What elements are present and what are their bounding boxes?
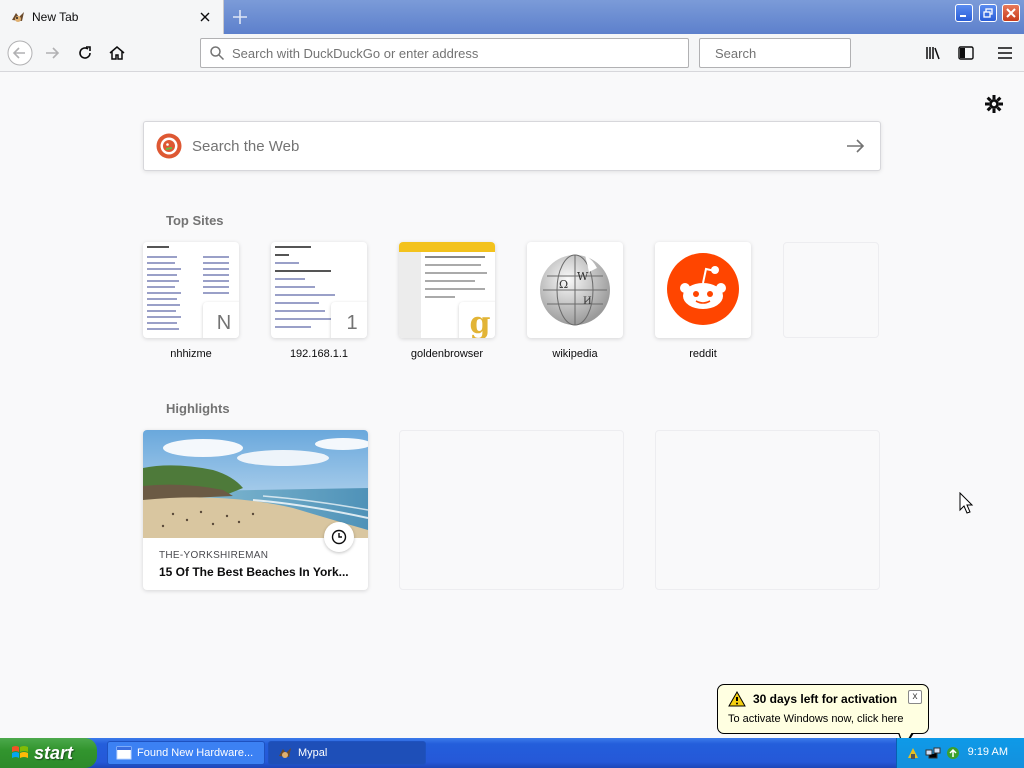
- window-icon: [116, 746, 132, 760]
- notification-title: 30 days left for activation: [753, 692, 898, 706]
- close-icon: [1006, 8, 1016, 18]
- top-site-goldenbrowser[interactable]: g goldenbrowser: [399, 242, 495, 360]
- svg-text:И: И: [583, 296, 592, 307]
- site-badge: g: [469, 305, 491, 339]
- mypal-icon: [279, 748, 291, 758]
- system-tray: 9:19 AM: [896, 738, 1024, 768]
- minimize-icon: [960, 15, 966, 17]
- top-site-192-168-1-1[interactable]: 1 192.168.1.1: [271, 242, 367, 360]
- library-button[interactable]: [920, 39, 948, 67]
- svg-text:W: W: [577, 270, 589, 283]
- address-input[interactable]: [232, 45, 688, 61]
- reload-icon: [79, 46, 91, 59]
- tab-title: New Tab: [32, 10, 79, 24]
- security-alert-icon[interactable]: [905, 745, 921, 761]
- navigation-toolbar: [0, 34, 1024, 72]
- start-button[interactable]: start: [0, 738, 97, 768]
- task-label: Mypal: [298, 747, 328, 759]
- site-thumbnail: 1: [271, 242, 367, 338]
- windows-taskbar: start Found New Hardware... Mypal 9:19 A…: [0, 738, 1024, 768]
- web-search-input[interactable]: [192, 137, 844, 155]
- mouse-cursor-icon: [959, 492, 974, 514]
- site-thumbnail: [655, 242, 751, 338]
- search-input[interactable]: [715, 45, 891, 61]
- taskbar-item-mypal[interactable]: Mypal: [268, 741, 426, 765]
- site-label: nhhizme: [170, 348, 212, 360]
- back-arrow-icon: [7, 40, 33, 66]
- forward-arrow-icon: [46, 47, 60, 59]
- arrow-right-icon[interactable]: [844, 135, 866, 157]
- empty-highlight-placeholder: [399, 430, 624, 590]
- plus-icon: [233, 10, 247, 24]
- mypal-icon: [12, 12, 24, 22]
- web-search-box[interactable]: [143, 121, 881, 171]
- restore-button[interactable]: [979, 4, 997, 22]
- sidebar-button[interactable]: [952, 39, 980, 67]
- taskbar-clock: 9:19 AM: [967, 746, 1008, 758]
- tab-new-tab[interactable]: New Tab: [0, 0, 224, 34]
- back-button[interactable]: [6, 39, 34, 67]
- reddit-logo-icon: [667, 253, 739, 325]
- taskbar-item-found-new-hardware[interactable]: Found New Hardware...: [107, 741, 265, 765]
- svg-text:Ω: Ω: [559, 278, 568, 291]
- notification-close-button[interactable]: x: [908, 690, 922, 704]
- forward-button[interactable]: [38, 39, 66, 67]
- tab-strip: New Tab: [0, 0, 1024, 34]
- reload-button[interactable]: [71, 39, 99, 67]
- top-site-reddit[interactable]: reddit: [655, 242, 751, 360]
- start-label: start: [34, 742, 74, 763]
- site-label: reddit: [689, 348, 717, 360]
- activation-notification[interactable]: 30 days left for activation To activate …: [717, 684, 929, 749]
- empty-site-placeholder: [783, 242, 879, 338]
- close-window-button[interactable]: [1002, 4, 1020, 22]
- highlight-card[interactable]: THE-YORKSHIREMAN 15 Of The Best Beaches …: [143, 430, 368, 590]
- library-icon: [926, 47, 940, 60]
- highlight-title: 15 Of The Best Beaches In York...: [159, 565, 349, 579]
- site-badge: 1: [331, 302, 367, 338]
- windows-flag-icon: [12, 746, 28, 758]
- top-site-wikipedia[interactable]: Ω W И wikipedia: [527, 242, 623, 360]
- home-button[interactable]: [103, 39, 131, 67]
- search-bar[interactable]: [699, 38, 891, 68]
- task-label: Found New Hardware...: [137, 747, 254, 759]
- site-label: 192.168.1.1: [289, 348, 349, 360]
- close-tab-icon[interactable]: [197, 9, 213, 25]
- site-thumbnail: Ω W И: [527, 242, 623, 338]
- site-thumbnail: g: [399, 242, 495, 338]
- gear-icon[interactable]: [984, 94, 1004, 114]
- empty-highlight-placeholder: [655, 430, 880, 590]
- goldenbrowser-logo-icon: g: [459, 302, 495, 338]
- site-badge: N: [203, 302, 239, 338]
- home-icon: [109, 46, 125, 60]
- menu-button[interactable]: [991, 39, 1019, 67]
- clock-icon: [324, 522, 354, 552]
- hamburger-menu-icon: [998, 47, 1012, 59]
- highlights-heading: Highlights: [166, 401, 230, 416]
- top-site-nhhizme[interactable]: N nhhizme: [143, 242, 239, 360]
- network-icon[interactable]: [925, 745, 941, 761]
- wikipedia-globe-icon: Ω W И: [540, 254, 610, 326]
- warning-icon: [728, 691, 746, 707]
- restore-icon: [983, 8, 993, 18]
- site-label: wikipedia: [552, 348, 598, 360]
- windows-update-icon[interactable]: [945, 745, 961, 761]
- duckduckgo-logo-icon: [156, 133, 182, 159]
- site-thumbnail: N: [143, 242, 239, 338]
- notification-body[interactable]: To activate Windows now, click here: [728, 713, 903, 725]
- search-icon: [210, 46, 225, 61]
- sidebar-icon: [958, 46, 974, 60]
- address-bar[interactable]: [200, 38, 689, 68]
- top-site-empty: [783, 242, 879, 348]
- minimize-button[interactable]: [955, 4, 973, 22]
- new-tab-button[interactable]: [226, 3, 254, 31]
- site-label: goldenbrowser: [410, 348, 484, 360]
- top-sites-heading: Top Sites: [166, 213, 224, 228]
